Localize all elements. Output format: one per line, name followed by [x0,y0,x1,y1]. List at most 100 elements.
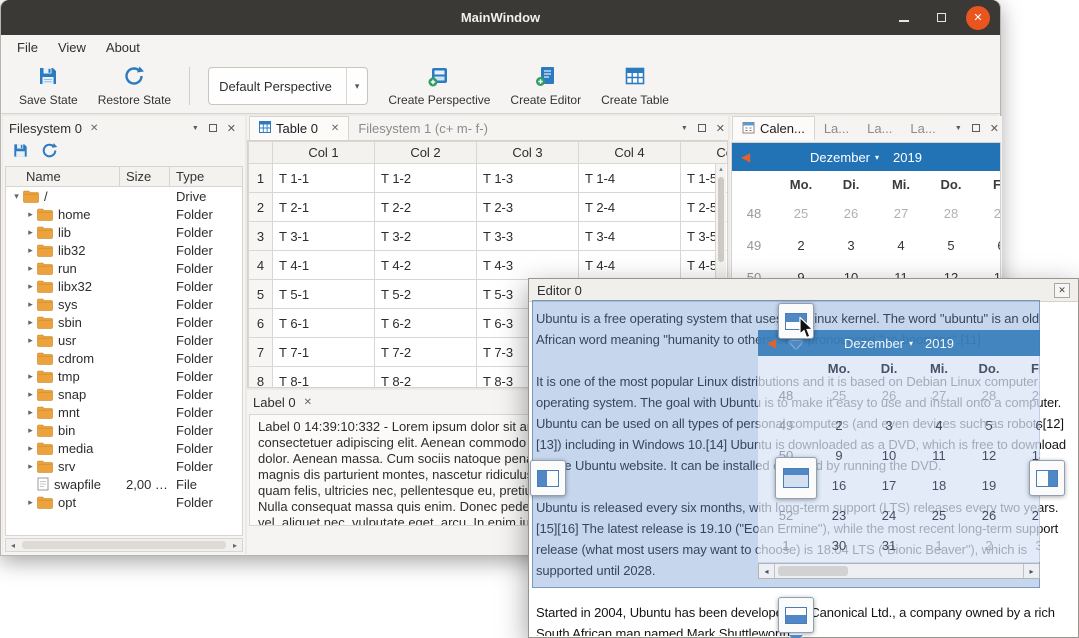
fs-row[interactable]: swapfile2,00 …File [6,475,242,493]
month-select[interactable]: Dezember ▾ [810,150,879,165]
table-column-header[interactable]: Col 5 [681,142,729,164]
float-icon[interactable] [698,124,706,132]
table-cell[interactable]: T 3-2 [375,222,477,251]
fs-row[interactable]: ▸homeFolder [6,205,242,223]
row-number[interactable]: 3 [249,222,273,251]
column-header-size[interactable]: Size [120,167,170,186]
dock-menu-icon[interactable]: ▼ [192,125,199,132]
expand-arrow-icon[interactable]: ▸ [24,209,37,220]
fs-row[interactable]: ▾/Drive [6,187,242,205]
calendar-date[interactable]: 4 [876,229,926,261]
scroll-track[interactable] [20,539,228,551]
fs-row[interactable]: ▸lib32Folder [6,241,242,259]
dock-indicator-right[interactable] [1029,460,1065,496]
table-cell[interactable]: T 1-1 [273,164,375,193]
expand-arrow-icon[interactable]: ▸ [24,461,37,472]
dock-menu-icon[interactable]: ▼ [681,125,688,132]
calendar-date[interactable]: 28 [926,197,976,229]
scroll-thumb[interactable] [22,541,226,549]
table-cell[interactable]: T 3-1 [273,222,375,251]
dock-indicator-left[interactable] [530,460,566,496]
fs-row[interactable]: ▸usrFolder [6,331,242,349]
calendar-date[interactable]: 29 [976,197,1001,229]
filesystem-dock-titlebar[interactable]: Filesystem 0 ✕ ▼ ✕ [3,116,245,140]
expand-arrow-icon[interactable]: ▸ [24,263,37,274]
horizontal-scrollbar[interactable]: ◂ ▸ [5,538,243,552]
close-tab-icon[interactable]: ✕ [331,123,339,134]
row-number[interactable]: 8 [249,367,273,389]
row-number[interactable]: 6 [249,309,273,338]
table-cell[interactable]: T 4-3 [477,251,579,280]
table-column-header[interactable]: Col 3 [477,142,579,164]
column-header-name[interactable]: Name [6,167,120,186]
fs-row[interactable]: ▸binFolder [6,421,242,439]
editor-close-icon[interactable]: ✕ [1054,283,1070,298]
create-editor-button[interactable]: Create Editor [500,62,591,110]
fs-row[interactable]: ▸snapFolder [6,385,242,403]
prev-month-icon[interactable]: ◀ [741,150,750,164]
year-select[interactable]: 2019 [893,150,922,165]
scroll-left-icon[interactable]: ◂ [6,541,20,550]
dock-indicator-center[interactable] [775,457,817,499]
table-cell[interactable]: T 1-2 [375,164,477,193]
row-number[interactable]: 7 [249,338,273,367]
expand-arrow-icon[interactable]: ▸ [24,335,37,346]
restore-state-button[interactable]: Restore State [88,62,181,110]
dock-close-icon[interactable]: ✕ [716,122,725,135]
table-cell[interactable]: T 4-1 [273,251,375,280]
fs-row[interactable]: ▸mntFolder [6,403,242,421]
row-number[interactable]: 2 [249,193,273,222]
calendar-date[interactable]: 26 [826,197,876,229]
table-cell[interactable]: T 2-4 [579,193,681,222]
expand-arrow-icon[interactable]: ▸ [24,317,37,328]
calendar-date[interactable]: 27 [876,197,926,229]
table-column-header[interactable]: Col 2 [375,142,477,164]
table-cell[interactable]: T 7-2 [375,338,477,367]
table-cell[interactable]: T 5-2 [375,280,477,309]
fs-row[interactable]: ▸runFolder [6,259,242,277]
tab-label-1[interactable]: La... [815,116,858,140]
row-number[interactable]: 4 [249,251,273,280]
float-icon[interactable] [209,124,217,132]
fs-row[interactable]: cdromFolder [6,349,242,367]
scroll-up-icon[interactable]: ▴ [716,164,726,175]
calendar-date[interactable]: 2 [776,229,826,261]
tab-calendar[interactable]: Calen... [732,116,815,140]
save-state-button[interactable]: Save State [9,62,88,110]
expand-arrow-icon[interactable]: ▸ [24,497,37,508]
expand-arrow-icon[interactable]: ▸ [24,245,37,256]
table-cell[interactable]: T 8-1 [273,367,375,389]
menu-file[interactable]: File [7,38,48,57]
menu-view[interactable]: View [48,38,96,57]
table-cell[interactable]: T 7-1 [273,338,375,367]
close-tab-icon[interactable]: ✕ [90,123,98,134]
dock-close-icon[interactable]: ✕ [227,122,236,135]
table-cell[interactable]: T 4-4 [579,251,681,280]
fs-row[interactable]: ▸tmpFolder [6,367,242,385]
table-cell[interactable]: T 5-1 [273,280,375,309]
calendar-date[interactable]: 6 [976,229,1001,261]
fs-row[interactable]: ▸srvFolder [6,457,242,475]
table-cell[interactable]: T 2-1 [273,193,375,222]
close-tab-icon[interactable]: ✕ [304,397,312,408]
fs-row[interactable]: ▸sbinFolder [6,313,242,331]
table-cell[interactable]: T 2-3 [477,193,579,222]
tab-label-3[interactable]: La... [901,116,944,140]
tab-label-2[interactable]: La... [858,116,901,140]
dock-close-icon[interactable]: ✕ [990,122,999,135]
menu-about[interactable]: About [96,38,150,57]
expand-arrow-icon[interactable]: ▸ [24,281,37,292]
fs-row[interactable]: ▸libFolder [6,223,242,241]
titlebar[interactable]: MainWindow ✕ [1,0,1000,35]
table-cell[interactable]: T 1-3 [477,164,579,193]
expand-arrow-icon[interactable]: ▸ [24,389,37,400]
expand-arrow-icon[interactable]: ▸ [24,443,37,454]
expand-arrow-icon[interactable]: ▸ [24,299,37,310]
expand-arrow-icon[interactable]: ▸ [24,227,37,238]
perspective-select[interactable]: Default Perspective ▾ [208,67,368,105]
calendar-date[interactable]: 3 [826,229,876,261]
table-cell[interactable]: T 1-4 [579,164,681,193]
table-column-header[interactable]: Col 1 [273,142,375,164]
expand-arrow-icon[interactable]: ▸ [24,371,37,382]
table-cell[interactable]: T 6-1 [273,309,375,338]
